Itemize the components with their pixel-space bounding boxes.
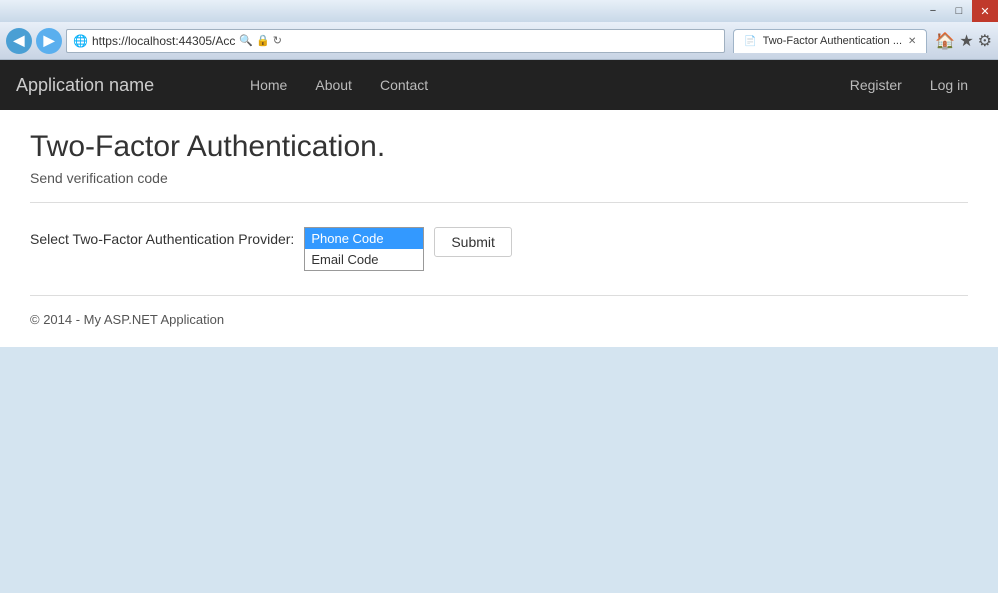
browser-tab[interactable]: 📄 Two-Factor Authentication ... ✕ <box>733 29 927 53</box>
maximize-button[interactable]: □ <box>946 0 972 22</box>
navbar-link-login[interactable]: Log in <box>916 60 982 110</box>
page-title: Two-Factor Authentication. <box>30 130 968 164</box>
provider-form-row: Select Two-Factor Authentication Provide… <box>30 227 968 271</box>
tab-title: Two-Factor Authentication ... <box>763 35 902 47</box>
navbar-brand[interactable]: Application name <box>16 75 216 96</box>
divider-top <box>30 202 968 203</box>
navbar-right: Register Log in <box>836 60 982 110</box>
tab-favicon-icon: 📄 <box>744 36 756 47</box>
navbar-link-about[interactable]: About <box>301 60 366 110</box>
footer-text: © 2014 - My ASP.NET Application <box>30 312 968 327</box>
navbar: Application name Home About Contact Regi… <box>0 60 998 110</box>
browser-right-icons: 🏠 ★ ⚙ <box>935 31 992 51</box>
navbar-link-home[interactable]: Home <box>236 60 301 110</box>
provider-option-email[interactable]: Email Code <box>305 249 423 270</box>
navbar-link-register[interactable]: Register <box>836 60 916 110</box>
star-icon[interactable]: ★ <box>959 31 973 51</box>
provider-select[interactable]: Phone Code Email Code <box>304 227 424 271</box>
back-button[interactable]: ◀ <box>6 28 32 54</box>
address-bar[interactable]: 🌐 https://localhost:44305/Acc 🔍 🔒 ↻ <box>66 29 725 53</box>
forward-button[interactable]: ▶ <box>36 28 62 54</box>
provider-option-phone[interactable]: Phone Code <box>305 228 423 249</box>
submit-button[interactable]: Submit <box>434 227 512 257</box>
title-bar: − □ ✕ <box>0 0 998 22</box>
lock-icon: 🔒 <box>256 34 270 47</box>
divider-bottom <box>30 295 968 296</box>
home-browser-icon[interactable]: 🏠 <box>935 31 955 51</box>
navbar-link-contact[interactable]: Contact <box>366 60 442 110</box>
browser-toolbar: ◀ ▶ 🌐 https://localhost:44305/Acc 🔍 🔒 ↻ … <box>0 22 998 60</box>
settings-icon[interactable]: ⚙ <box>978 31 992 51</box>
close-button[interactable]: ✕ <box>972 0 998 22</box>
search-icon[interactable]: 🔍 <box>239 34 253 47</box>
content-area: Two-Factor Authentication. Send verifica… <box>0 110 998 347</box>
navbar-links: Home About Contact <box>236 60 442 110</box>
title-bar-buttons: − □ ✕ <box>920 0 998 22</box>
tab-close-icon[interactable]: ✕ <box>908 36 916 47</box>
provider-label: Select Two-Factor Authentication Provide… <box>30 227 294 247</box>
minimize-button[interactable]: − <box>920 0 946 22</box>
address-text: https://localhost:44305/Acc <box>92 34 235 48</box>
page-subtitle: Send verification code <box>30 170 968 186</box>
refresh-icon[interactable]: ↻ <box>273 34 282 47</box>
